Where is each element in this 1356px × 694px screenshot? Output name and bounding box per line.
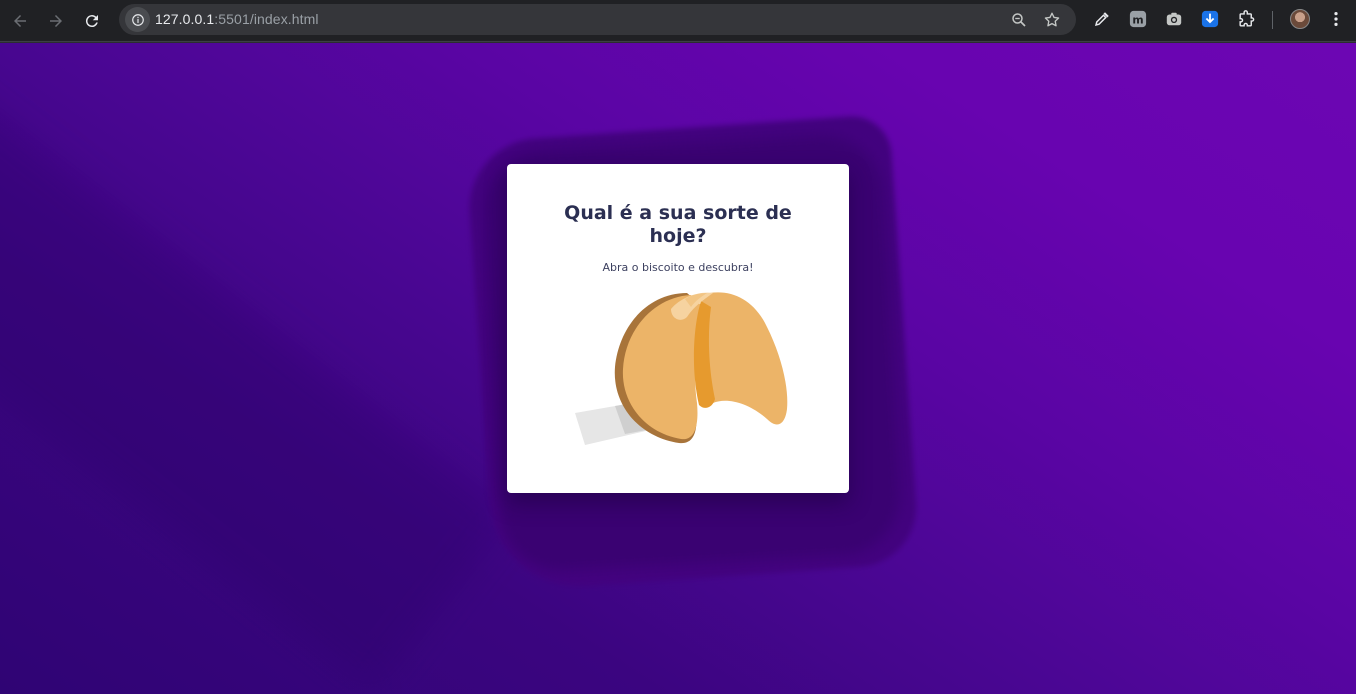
background-stripe — [0, 43, 510, 691]
fortune-card: Qual é a sua sorte de hoje? Abra o bisco… — [507, 164, 849, 493]
forward-button[interactable] — [42, 7, 70, 35]
bookmark-button[interactable] — [1042, 10, 1062, 30]
bookmark-star-icon — [1044, 12, 1060, 27]
site-info-button[interactable] — [125, 7, 150, 32]
card-subtitle: Abra o biscoito e descubra! — [602, 261, 754, 274]
camera-extension-icon — [1166, 12, 1182, 26]
forward-arrow-icon — [50, 15, 62, 27]
browser-menu-button[interactable] — [1326, 9, 1346, 29]
browser-toolbar: 127.0.0.1:5501/index.html m — [0, 0, 1356, 42]
eyedropper-extension[interactable] — [1092, 9, 1112, 29]
toolbar-divider — [1272, 11, 1273, 29]
camera-extension[interactable] — [1164, 9, 1184, 29]
back-arrow-icon — [14, 15, 26, 27]
zoom-button[interactable] — [1009, 10, 1029, 30]
svg-text:m: m — [1132, 14, 1143, 27]
page-background: Qual é a sua sorte de hoje? Abra o bisco… — [0, 43, 1356, 694]
card-title: Qual é a sua sorte de hoje? — [564, 202, 792, 247]
puzzle-extensions-icon — [1238, 9, 1254, 27]
zoom-icon — [1012, 13, 1026, 27]
url-text[interactable]: 127.0.0.1:5501/index.html — [155, 11, 319, 27]
extensions-button[interactable] — [1236, 9, 1256, 29]
eyedropper-icon — [1094, 12, 1109, 27]
fortune-cookie-image[interactable] — [567, 287, 797, 457]
reload-button[interactable] — [78, 7, 106, 35]
m-extension[interactable]: m — [1128, 9, 1148, 29]
address-bar[interactable]: 127.0.0.1:5501/index.html — [119, 4, 1076, 35]
site-info-icon — [131, 13, 144, 26]
reload-icon — [85, 15, 98, 28]
url-host: 127.0.0.1 — [155, 11, 215, 27]
url-path: :5501/index.html — [214, 11, 319, 27]
download-extension-icon — [1201, 10, 1219, 28]
kebab-menu-icon — [1334, 11, 1338, 27]
back-button[interactable] — [6, 7, 34, 35]
profile-avatar[interactable] — [1290, 9, 1310, 29]
download-extension[interactable] — [1200, 9, 1220, 29]
m-extension-icon: m — [1129, 10, 1147, 28]
